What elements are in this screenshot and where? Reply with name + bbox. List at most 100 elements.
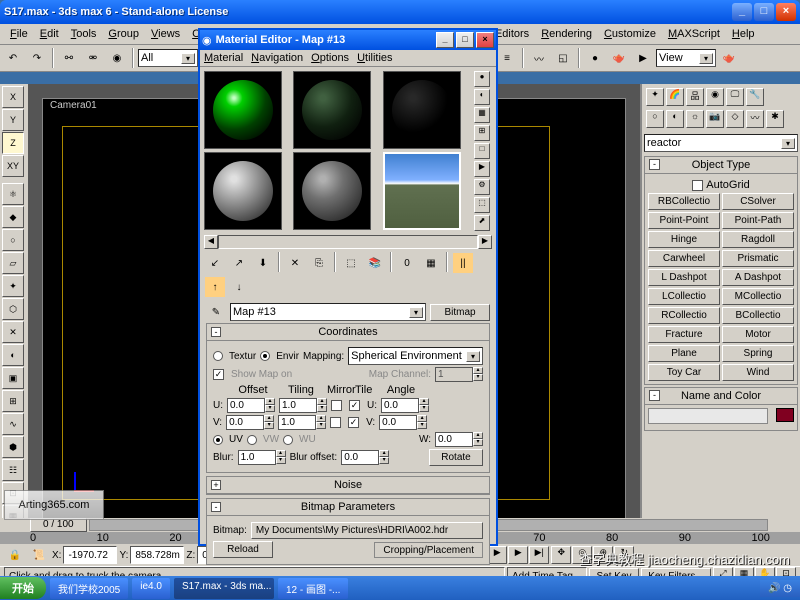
- menu-material[interactable]: Material: [204, 52, 243, 64]
- blur-offset-spinner[interactable]: ▴▾: [341, 450, 389, 465]
- map-channel-spinner[interactable]: ▴▾: [435, 367, 483, 382]
- color-swatch[interactable]: [776, 408, 794, 422]
- sample-slot[interactable]: [204, 71, 282, 149]
- unlink-button[interactable]: ⚮: [82, 47, 104, 69]
- systems-icon[interactable]: ✱: [766, 110, 784, 128]
- shapes-icon[interactable]: ◐: [666, 110, 684, 128]
- minimize-button[interactable]: _: [732, 3, 752, 21]
- spacewarps-icon[interactable]: 〰: [746, 110, 764, 128]
- create-bcollectio[interactable]: BCollectio: [722, 307, 794, 324]
- create-toy-car[interactable]: Toy Car: [648, 364, 720, 381]
- menu-rendering[interactable]: Rendering: [535, 26, 598, 42]
- u-tile-checkbox[interactable]: ✓: [349, 400, 360, 411]
- x-coord-field[interactable]: -1970.72: [63, 546, 117, 564]
- undo-button[interactable]: ↶: [2, 47, 24, 69]
- w-angle-spinner[interactable]: ▴▾: [435, 432, 483, 447]
- bind-button[interactable]: ◉: [106, 47, 128, 69]
- tool-icon[interactable]: ▱: [2, 252, 24, 274]
- menu-utilities[interactable]: Utilities: [357, 52, 392, 64]
- redo-button[interactable]: ↷: [26, 47, 48, 69]
- menu-group[interactable]: Group: [102, 26, 145, 42]
- curve-editor-button[interactable]: 〰: [528, 47, 550, 69]
- mat-map-nav-icon[interactable]: ⬈: [474, 215, 490, 231]
- show-end-result-icon[interactable]: ||: [452, 252, 474, 274]
- create-wind[interactable]: Wind: [722, 364, 794, 381]
- vw-radio[interactable]: [247, 435, 257, 445]
- go-parent-icon[interactable]: ↑: [204, 276, 226, 298]
- create-rbcollectio[interactable]: RBCollectio: [648, 193, 720, 210]
- select-by-mat-icon[interactable]: ⬚: [474, 197, 490, 213]
- backlight-icon[interactable]: ◐: [474, 89, 490, 105]
- menu-options[interactable]: Options: [311, 52, 349, 64]
- sample-slot[interactable]: [293, 152, 371, 230]
- sample-slot[interactable]: [293, 71, 371, 149]
- v-mirror-checkbox[interactable]: [330, 417, 341, 428]
- rotate-button[interactable]: Rotate: [429, 449, 483, 466]
- sample-type-icon[interactable]: ●: [474, 71, 490, 87]
- display-tab-icon[interactable]: 🖵: [726, 88, 744, 106]
- tool-icon[interactable]: ☷: [2, 459, 24, 481]
- menu-tools[interactable]: Tools: [65, 26, 103, 42]
- tool-icon[interactable]: ○: [2, 229, 24, 251]
- v-angle-spinner[interactable]: ▴▾: [379, 415, 427, 430]
- envir-radio[interactable]: [260, 351, 270, 361]
- menu-views[interactable]: Views: [145, 26, 186, 42]
- render-button[interactable]: 🫖: [718, 47, 740, 69]
- create-prismatic[interactable]: Prismatic: [722, 250, 794, 267]
- sample-slot-selected[interactable]: [383, 152, 461, 230]
- show-map-checkbox[interactable]: ✓: [213, 369, 224, 380]
- collapse-icon[interactable]: -: [211, 502, 221, 512]
- wu-radio[interactable]: [283, 435, 293, 445]
- create-point-point[interactable]: Point-Point: [648, 212, 720, 229]
- u-offset-spinner[interactable]: ▴▾: [227, 398, 275, 413]
- collapse-icon[interactable]: -: [649, 159, 660, 170]
- taskbar-task[interactable]: 12 - 画图 -...: [278, 578, 348, 599]
- menu-maxscript[interactable]: MAXScript: [662, 26, 726, 42]
- align-button[interactable]: ≡: [496, 47, 518, 69]
- create-hinge[interactable]: Hinge: [648, 231, 720, 248]
- u-mirror-checkbox[interactable]: [331, 400, 342, 411]
- tool-icon[interactable]: ⊞: [2, 390, 24, 412]
- axis-y-button[interactable]: Y: [2, 109, 24, 131]
- tool-icon[interactable]: ✦: [2, 275, 24, 297]
- scrollbar[interactable]: [218, 235, 478, 249]
- options-icon[interactable]: ⚙: [474, 179, 490, 195]
- selection-filter-combo[interactable]: All▾: [138, 49, 198, 67]
- go-forward-icon[interactable]: ↓: [228, 276, 250, 298]
- taskbar-task[interactable]: ie4.0: [132, 578, 170, 599]
- texture-radio[interactable]: [213, 351, 223, 361]
- scroll-right-icon[interactable]: ▶: [478, 235, 492, 249]
- minimize-button[interactable]: _: [436, 32, 454, 48]
- put-to-scene-icon[interactable]: ↗: [228, 252, 250, 274]
- v-tile-checkbox[interactable]: ✓: [348, 417, 359, 428]
- helpers-icon[interactable]: ◇: [726, 110, 744, 128]
- expand-icon[interactable]: +: [211, 480, 221, 490]
- collapse-icon[interactable]: -: [649, 390, 660, 401]
- pick-material-icon[interactable]: ✎: [206, 303, 226, 321]
- close-button[interactable]: ×: [776, 3, 796, 21]
- sample-slot[interactable]: [204, 152, 282, 230]
- lights-icon[interactable]: ☼: [686, 110, 704, 128]
- view-combo[interactable]: View▾: [656, 49, 716, 67]
- put-to-lib-icon[interactable]: 📚: [364, 252, 386, 274]
- axis-xy-button[interactable]: XY: [2, 155, 24, 177]
- motion-tab-icon[interactable]: ◉: [706, 88, 724, 106]
- geometry-icon[interactable]: ○: [646, 110, 664, 128]
- create-spring[interactable]: Spring: [722, 345, 794, 362]
- cameras-icon[interactable]: 📷: [706, 110, 724, 128]
- menu-file[interactable]: File: [4, 26, 34, 42]
- render-scene-button[interactable]: 🫖: [608, 47, 630, 69]
- create-mcollectio[interactable]: MCollectio: [722, 288, 794, 305]
- category-combo[interactable]: reactor▾: [644, 134, 798, 152]
- reload-button[interactable]: Reload: [213, 541, 273, 558]
- create-motor[interactable]: Motor: [722, 326, 794, 343]
- hierarchy-tab-icon[interactable]: 品: [686, 88, 704, 106]
- sample-slot[interactable]: [383, 71, 461, 149]
- map-type-button[interactable]: Bitmap: [430, 304, 490, 321]
- tool-icon[interactable]: ∿: [2, 413, 24, 435]
- uv-radio[interactable]: [213, 435, 223, 445]
- create-ragdoll[interactable]: Ragdoll: [722, 231, 794, 248]
- blur-spinner[interactable]: ▴▾: [238, 450, 286, 465]
- close-button[interactable]: ×: [476, 32, 494, 48]
- axis-x-button[interactable]: X: [2, 86, 24, 108]
